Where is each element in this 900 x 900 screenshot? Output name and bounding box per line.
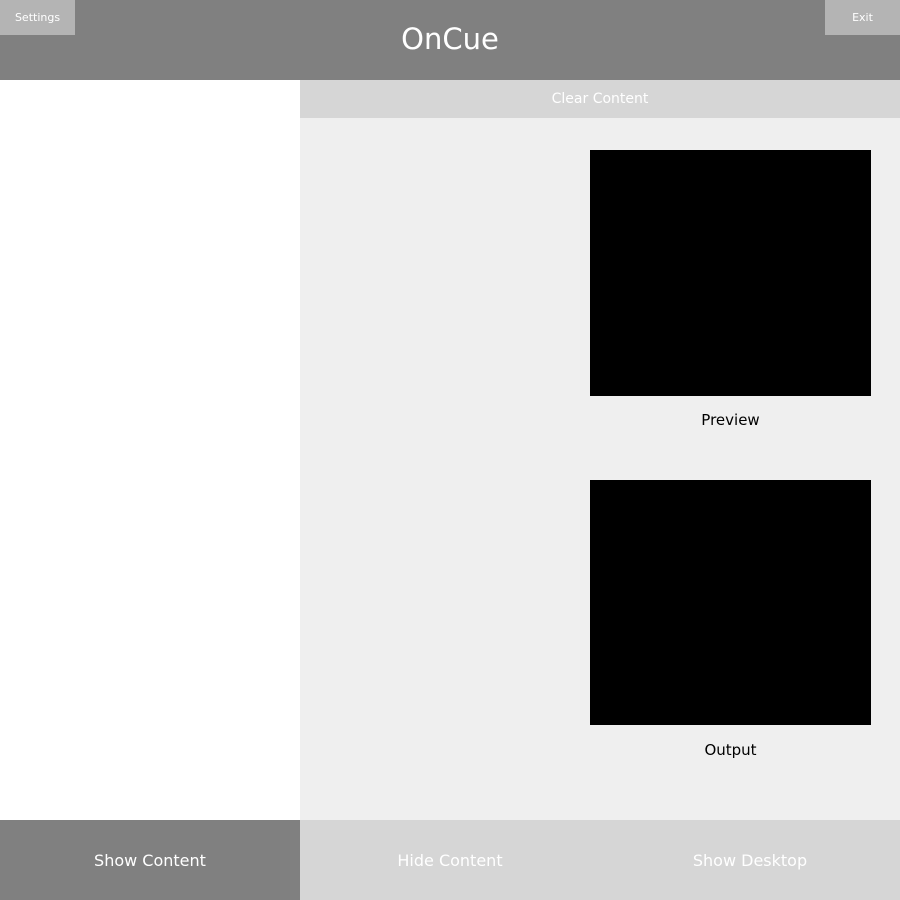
output-label: Output: [704, 741, 757, 759]
clear-content-button[interactable]: Clear Content: [300, 80, 900, 118]
preview-screen: [590, 150, 871, 396]
show-content-button[interactable]: Show Content: [0, 820, 300, 900]
exit-button[interactable]: Exit: [825, 0, 900, 35]
preview-panel: Clear Content Preview Output: [300, 80, 900, 820]
preview-label: Preview: [701, 411, 760, 429]
output-screen: [590, 480, 871, 725]
hide-content-button[interactable]: Hide Content: [300, 820, 600, 900]
show-desktop-button[interactable]: Show Desktop: [600, 820, 900, 900]
content-list-panel[interactable]: [0, 80, 300, 820]
app-header: Settings OnCue Exit: [0, 0, 900, 80]
app-title: OnCue: [401, 22, 499, 56]
